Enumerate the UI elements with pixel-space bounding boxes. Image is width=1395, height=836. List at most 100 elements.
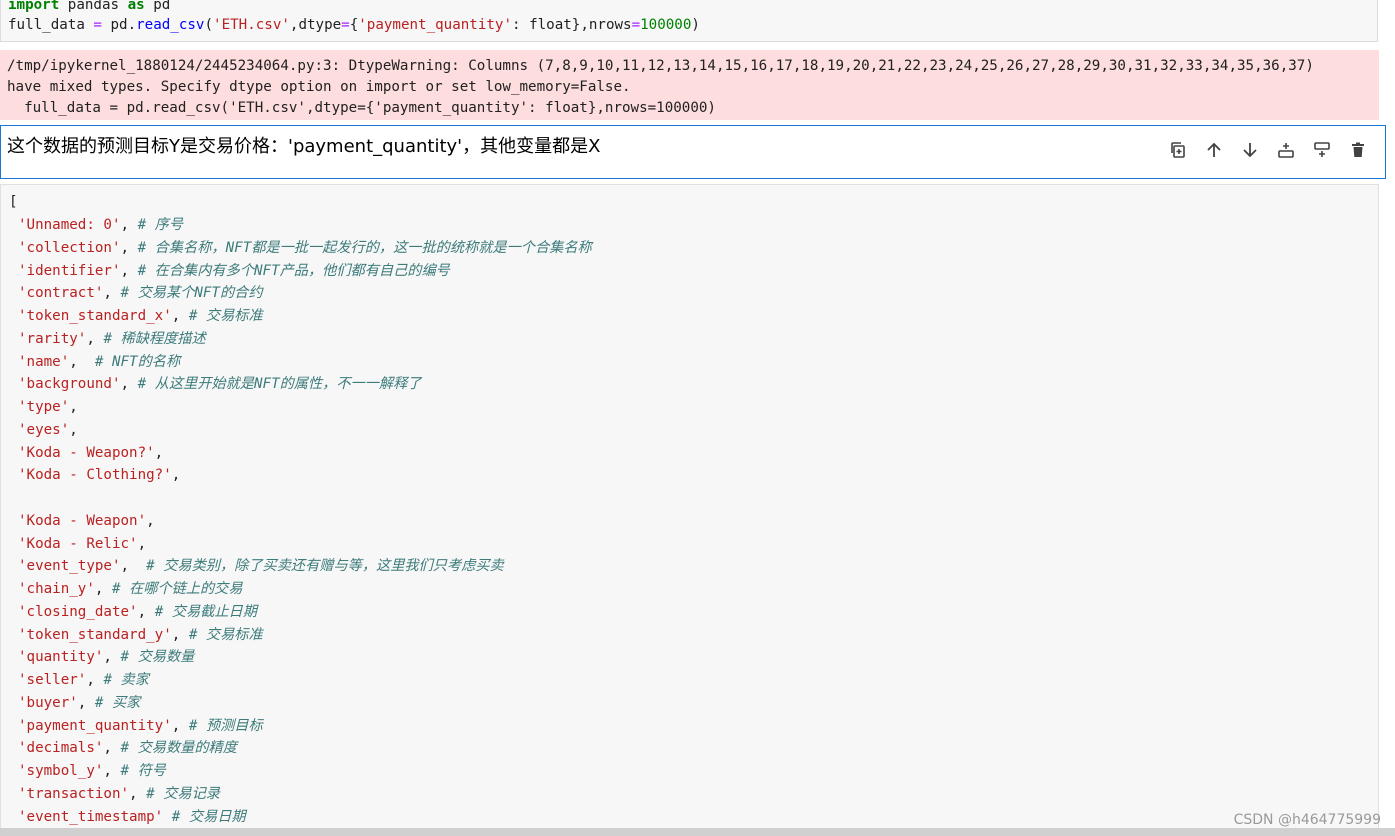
duplicate-cell-button[interactable] xyxy=(1167,139,1189,161)
separator: , xyxy=(103,763,121,779)
list-item: 'background', # 从这里开始就是NFT的属性，不一一解释了 xyxy=(18,373,422,395)
list-item: 'closing_date', # 交易截止日期 xyxy=(18,601,257,623)
delete-cell-button[interactable] xyxy=(1347,139,1369,161)
list-item: 'Koda - Relic', xyxy=(18,533,146,555)
move-down-button[interactable] xyxy=(1239,139,1261,161)
column-name: 'transaction' xyxy=(18,785,130,802)
separator: , xyxy=(69,421,78,438)
column-name: 'buyer' xyxy=(18,694,78,711)
column-name: 'Koda - Weapon' xyxy=(18,512,147,529)
column-name: 'decimals' xyxy=(18,740,104,757)
column-comment: # 交易日期 xyxy=(171,808,246,825)
separator: , xyxy=(171,467,181,484)
column-name: 'name' xyxy=(18,353,70,370)
column-name: 'symbol_y' xyxy=(18,763,104,779)
column-comment: # 序号 xyxy=(137,217,184,233)
column-comment: # 符号 xyxy=(120,763,166,779)
separator: , xyxy=(120,376,138,393)
column-comment: # 交易标准 xyxy=(188,308,263,324)
list-item: 'event_type', # 交易类别，除了买卖还有赠与等，这里我们只考虑买卖 xyxy=(18,555,504,577)
warning-output: /tmp/ipykernel_1880124/2445234064.py:3: … xyxy=(0,50,1379,120)
column-comment: # 合集名称，NFT都是一批一起发行的，这一批的统称就是一个合集名称 xyxy=(137,239,592,256)
arrow-up-icon xyxy=(1207,142,1221,157)
list-item: 'seller', # 卖家 xyxy=(18,669,149,691)
insert-above-button[interactable] xyxy=(1275,139,1297,161)
column-comment: # 交易数量的精度 xyxy=(120,740,237,757)
column-name: 'contract' xyxy=(18,285,104,302)
separator: , xyxy=(129,785,147,802)
column-comment: # 交易记录 xyxy=(146,785,220,802)
column-name: 'event_type' xyxy=(18,558,121,575)
watermark: CSDN @h464775999 xyxy=(1233,812,1381,828)
separator: , xyxy=(171,717,189,734)
column-name: 'Koda - Weapon?' xyxy=(18,444,155,461)
column-name: 'rarity' xyxy=(18,330,87,347)
list-item: 'Koda - Weapon', xyxy=(18,510,155,532)
list-item: 'Koda - Weapon?', xyxy=(18,442,163,464)
warning-line: full_data = pd.read_csv('ETH.csv',dtype=… xyxy=(7,100,716,116)
list-item: 'collection', # 合集名称，NFT都是一批一起发行的，这一批的统称… xyxy=(18,237,592,259)
horizontal-scrollbar[interactable] xyxy=(0,828,1395,836)
column-name: 'Unnamed: 0' xyxy=(18,217,121,233)
column-name: 'event_timestamp' xyxy=(18,808,164,825)
list-item: 'payment_quantity', # 预测目标 xyxy=(18,715,263,737)
list-item: 'chain_y', # 在哪个链上的交易 xyxy=(18,578,243,600)
column-comment: # 交易类别，除了买卖还有赠与等，这里我们只考虑买卖 xyxy=(146,558,504,575)
separator xyxy=(163,809,172,825)
column-comment: # NFT的名称 xyxy=(94,353,181,370)
column-name: 'type' xyxy=(18,399,70,415)
column-name: 'eyes' xyxy=(18,421,70,438)
column-name: 'identifier' xyxy=(18,262,121,279)
list-item: 'token_standard_y', # 交易标准 xyxy=(18,624,263,646)
markdown-text: 这个数据的预测目标Y是交易价格：'payment_quantity'，其他变量都… xyxy=(7,136,601,157)
list-code-cell[interactable]: [ 'Unnamed: 0', # 序号'collection', # 合集名称… xyxy=(0,184,1379,830)
column-name: 'Koda - Relic' xyxy=(18,535,138,552)
column-name: 'background' xyxy=(18,376,121,393)
column-comment: # 交易标准 xyxy=(188,626,263,643)
column-name: 'seller' xyxy=(18,672,87,688)
separator: , xyxy=(69,353,95,370)
move-up-button[interactable] xyxy=(1203,139,1225,161)
list-item: 'eyes', xyxy=(18,419,78,441)
list-item: 'rarity', # 稀缺程度描述 xyxy=(18,328,206,350)
warning-line: /tmp/ipykernel_1880124/2445234064.py:3: … xyxy=(7,58,1314,74)
separator: , xyxy=(86,330,104,347)
separator: , xyxy=(120,217,138,233)
column-comment: # 买家 xyxy=(94,694,141,711)
column-comment: # 稀缺程度描述 xyxy=(103,330,206,347)
separator: , xyxy=(77,694,95,711)
column-comment: # 从这里开始就是NFT的属性，不一一解释了 xyxy=(137,376,422,393)
separator: , xyxy=(146,512,155,529)
column-comment: # 在哪个链上的交易 xyxy=(111,581,243,597)
column-comment: # 预测目标 xyxy=(188,717,263,734)
separator: , xyxy=(94,581,112,597)
list-item: 'type', xyxy=(18,396,78,418)
cell-toolbar xyxy=(1167,139,1369,161)
warning-line: have mixed types. Specify dtype option o… xyxy=(7,79,631,95)
list-item: 'token_standard_x', # 交易标准 xyxy=(18,305,263,327)
separator: , xyxy=(103,649,121,666)
column-name: 'token_standard_x' xyxy=(18,308,172,324)
separator: , xyxy=(103,740,121,757)
code-line-read-csv: full_data = pd.read_csv('ETH.csv',dtype=… xyxy=(8,17,700,33)
list-item: 'Unnamed: 0', # 序号 xyxy=(18,214,183,236)
list-item: 'event_timestamp' # 交易日期 xyxy=(18,806,246,828)
insert-below-button[interactable] xyxy=(1311,139,1333,161)
list-item: 'symbol_y', # 符号 xyxy=(18,760,166,782)
list-item: 'quantity', # 交易数量 xyxy=(18,646,194,668)
list-item: 'contract', # 交易某个NFT的合约 xyxy=(18,282,263,304)
column-name: 'closing_date' xyxy=(18,603,138,620)
column-comment: # 卖家 xyxy=(103,672,149,688)
code-cell[interactable]: import pandas as pd full_data = pd.read_… xyxy=(0,0,1378,42)
separator: , xyxy=(171,626,189,643)
separator: , xyxy=(154,444,164,461)
list-item: 'buyer', # 买家 xyxy=(18,692,140,714)
list-item: 'Koda - Clothing?', xyxy=(18,464,180,486)
column-comment: # 交易某个NFT的合约 xyxy=(120,285,263,302)
separator: , xyxy=(137,535,147,552)
column-name: 'quantity' xyxy=(18,649,104,666)
markdown-cell[interactable]: 这个数据的预测目标Y是交易价格：'payment_quantity'，其他变量都… xyxy=(0,125,1386,179)
list-item: 'decimals', # 交易数量的精度 xyxy=(18,737,237,759)
duplicate-icon xyxy=(1171,142,1185,158)
separator: , xyxy=(69,399,78,415)
